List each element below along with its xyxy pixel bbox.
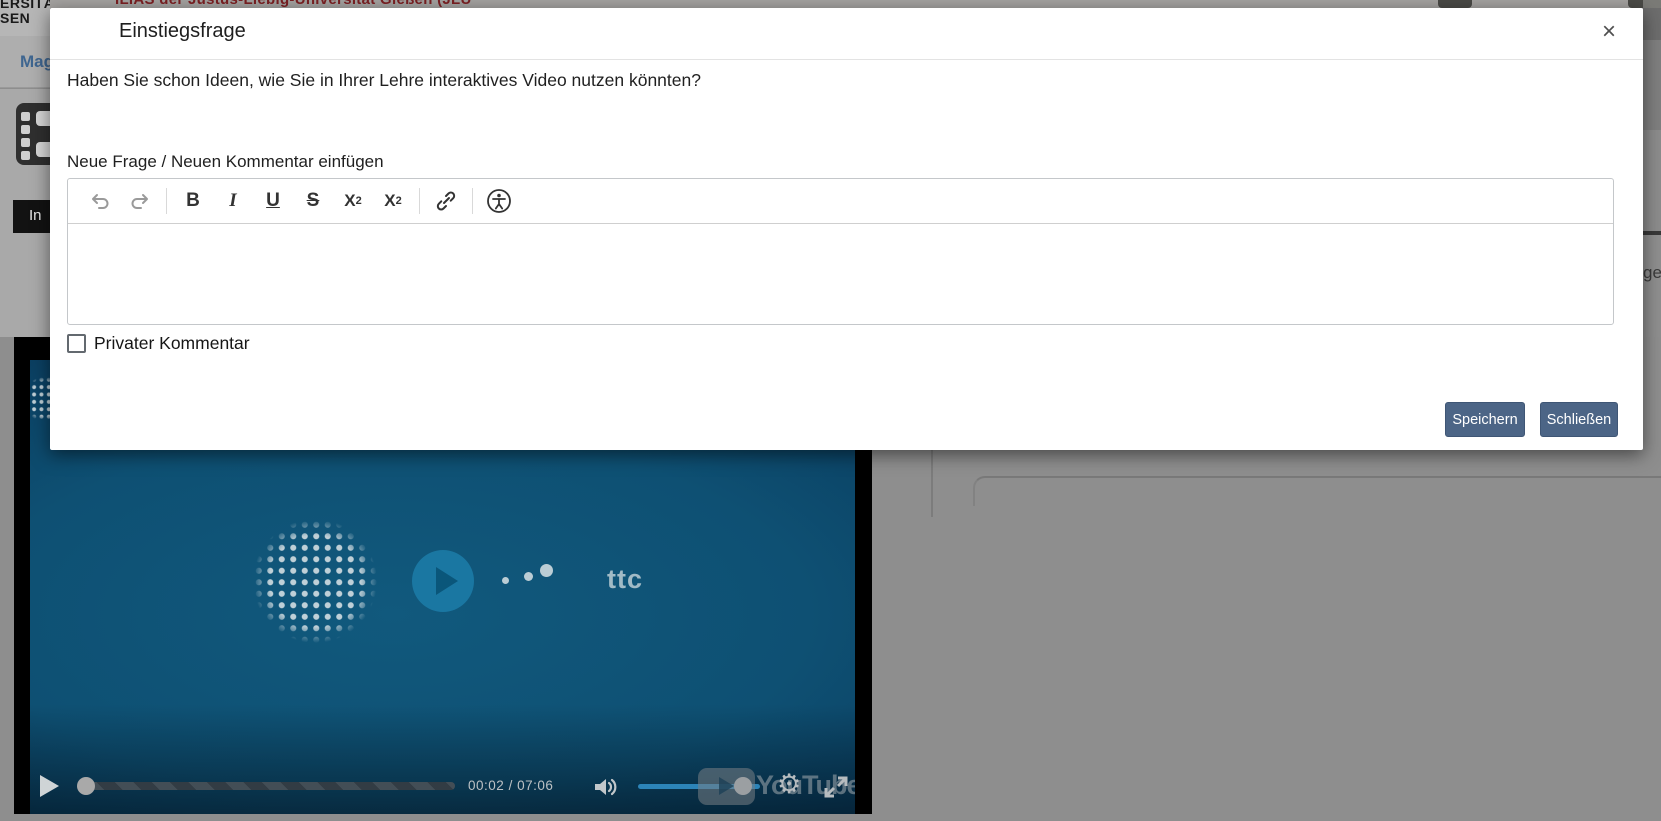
header-icon-fragment [1438, 0, 1472, 8]
strikethrough-button[interactable]: S [293, 184, 333, 218]
subscript-button[interactable]: X2 [333, 184, 373, 218]
underlying-panel-border [931, 450, 933, 517]
einstiegsfrage-modal: Einstiegsfrage × Haben Sie schon Ideen, … [50, 8, 1643, 450]
content-title-bar: In [13, 200, 51, 233]
halftone-sphere-large [253, 519, 377, 643]
youtube-watermark-icon [698, 768, 755, 805]
toolbar-separator [472, 188, 473, 214]
time-display: 00:02 / 07:06 [468, 778, 553, 793]
editor-label: Neue Frage / Neuen Kommentar einfügen [67, 152, 384, 172]
content-title-partial: In [29, 207, 42, 224]
modal-header: Einstiegsfrage × [50, 8, 1643, 60]
progress-bar[interactable] [86, 782, 455, 790]
undo-button[interactable] [80, 184, 120, 218]
editor-toolbar: B I U S X2 X2 [68, 179, 1613, 224]
save-button[interactable]: Speichern [1445, 402, 1525, 437]
time-current: 00:02 [468, 778, 504, 793]
accessibility-checker-button[interactable] [479, 184, 519, 218]
video-play-overlay-button[interactable] [412, 550, 474, 612]
page-header-strip: ILIAS der Justus-Liebig-Universität Gieß… [50, 0, 1643, 8]
page: ERSITÄT SEN ILIAS der Justus-Liebig-Univ… [0, 0, 1661, 821]
logo-line-2: SEN [0, 11, 50, 26]
modal-close-icon[interactable]: × [1593, 16, 1625, 48]
modal-title: Einstiegsfrage [119, 20, 246, 43]
time-total: 07:06 [517, 778, 553, 793]
header-icon-fragment [1628, 0, 1643, 8]
tab-magazin[interactable]: Mag [20, 52, 50, 72]
bold-button[interactable]: B [173, 184, 213, 218]
editor-content[interactable] [68, 224, 1613, 325]
page-heading-partial: ILIAS der Justus-Liebig-Universität Gieß… [115, 0, 472, 8]
video-controls-bar: 00:02 / 07:06 YouTube ⚙ [30, 768, 855, 808]
toolbar-separator [419, 188, 420, 214]
decorative-dot [524, 572, 533, 581]
decorative-dot [540, 564, 553, 577]
right-page-edge: ge [1643, 0, 1661, 821]
close-button[interactable]: Schließen [1540, 402, 1618, 437]
time-separator: / [509, 778, 513, 793]
underline-button[interactable]: U [253, 184, 293, 218]
slide-word-partial: ttc [607, 564, 643, 595]
redo-button[interactable] [120, 184, 160, 218]
right-text-partial: ge [1643, 263, 1661, 283]
settings-gear-icon[interactable]: ⚙ [777, 769, 801, 800]
private-comment-checkbox[interactable] [67, 334, 86, 353]
link-button[interactable] [426, 184, 466, 218]
decorative-dot [502, 577, 509, 584]
play-button[interactable] [40, 775, 59, 797]
university-logo: ERSITÄT SEN [0, 0, 50, 36]
volume-icon[interactable] [593, 776, 621, 798]
fullscreen-icon[interactable] [823, 775, 849, 799]
toolbar-separator [166, 188, 167, 214]
private-comment-label: Privater Kommentar [94, 333, 250, 354]
superscript-button[interactable]: X2 [373, 184, 413, 218]
italic-button[interactable]: I [213, 184, 253, 218]
rich-text-editor: B I U S X2 X2 [67, 178, 1614, 325]
tab-bar: Mag [0, 36, 50, 88]
progress-scrubber[interactable] [77, 777, 95, 795]
play-icon [436, 567, 458, 595]
question-text: Haben Sie schon Ideen, wie Sie in Ihrer … [67, 70, 701, 91]
underlying-panel-edge [973, 476, 1661, 506]
